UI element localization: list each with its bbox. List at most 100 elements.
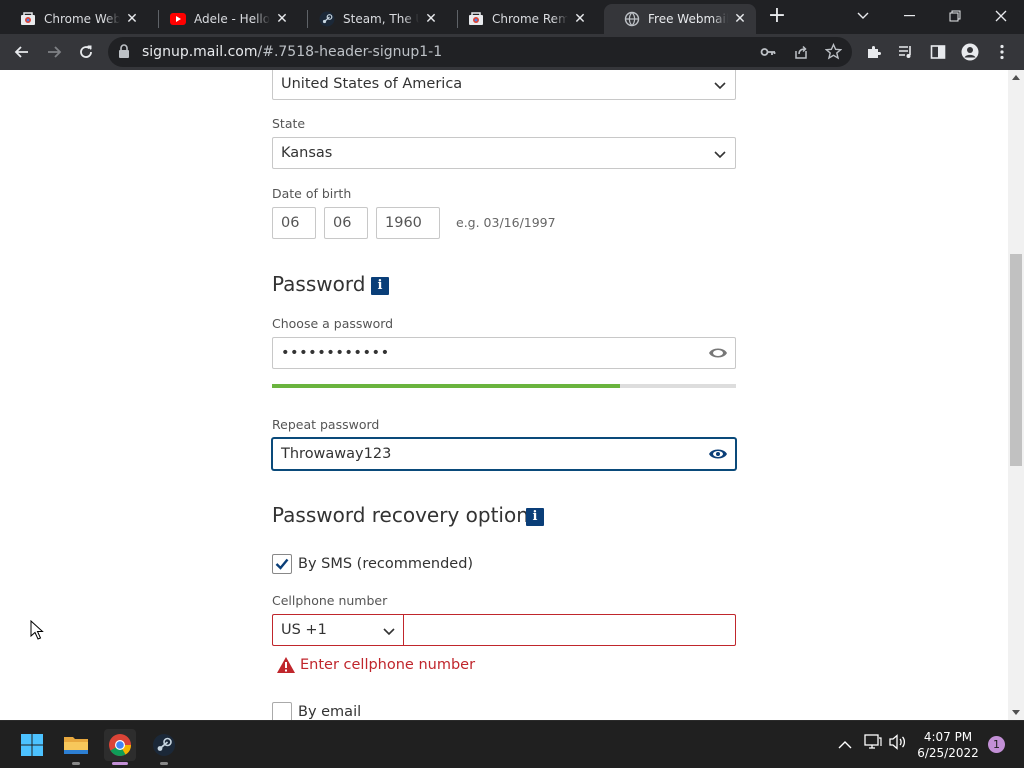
forward-arrow-icon[interactable] xyxy=(40,38,68,66)
windows-taskbar: 4:07 PM 6/25/2022 1 xyxy=(0,720,1024,768)
cellphone-error: Enter cellphone number xyxy=(300,657,476,673)
scrollbar-thumb[interactable] xyxy=(1010,254,1022,466)
sms-checkbox[interactable] xyxy=(272,554,292,574)
url-host: signup.mail.com xyxy=(142,44,258,60)
profile-avatar-icon[interactable] xyxy=(956,38,984,66)
url-path: /#.7518-header-signup1-1 xyxy=(257,44,443,60)
cellphone-input[interactable] xyxy=(403,614,736,646)
new-tab-icon[interactable]: + xyxy=(766,5,788,28)
close-tab-icon[interactable]: ✕ xyxy=(732,11,748,27)
chrome-remote-icon xyxy=(468,11,484,27)
tab-title: Adele - Hello - YouTube xyxy=(194,12,270,26)
dob-month-input[interactable]: 06 xyxy=(272,207,316,239)
repeat-password-label: Repeat password xyxy=(272,417,380,432)
recovery-section-title: Password recovery options xyxy=(272,503,540,527)
chevron-down-icon xyxy=(714,147,726,163)
choose-password-label: Choose a password xyxy=(272,316,394,331)
tab-title: Chrome Remote xyxy=(492,12,568,26)
password-input[interactable]: •••••••••••• xyxy=(272,337,736,369)
close-tab-icon[interactable]: ✕ xyxy=(274,11,290,27)
youtube-icon xyxy=(170,11,186,27)
tab-title: Free Webmail and xyxy=(648,12,728,26)
taskbar-clock[interactable]: 4:07 PM 6/25/2022 xyxy=(906,729,990,761)
checkmark-icon xyxy=(275,558,289,570)
country-value: United States of America xyxy=(281,76,463,92)
notification-badge[interactable]: 1 xyxy=(988,736,1005,753)
back-arrow-icon[interactable] xyxy=(8,38,36,66)
tab-steam[interactable]: Steam, The Ultimate ✕ xyxy=(299,4,447,34)
password-strength-fill xyxy=(272,384,620,388)
password-strength-bar xyxy=(272,384,736,388)
running-indicator xyxy=(160,762,168,765)
tab-title: Chrome Web Store xyxy=(44,12,120,26)
network-icon[interactable] xyxy=(864,734,882,754)
eye-icon[interactable] xyxy=(708,447,728,465)
close-window-icon[interactable] xyxy=(978,0,1024,32)
country-code-value: US +1 xyxy=(281,622,327,638)
recovery-info-icon[interactable]: i xyxy=(526,508,544,526)
dob-label: Date of birth xyxy=(272,186,352,201)
cellphone-label: Cellphone number xyxy=(272,593,388,608)
windows-start-icon[interactable] xyxy=(16,729,48,761)
kebab-menu-icon[interactable] xyxy=(988,38,1016,66)
tab-chrome-web-store[interactable]: Chrome Web Store ✕ xyxy=(0,4,148,34)
restore-icon[interactable] xyxy=(932,0,978,32)
tab-chrome-remote[interactable]: Chrome Remote ✕ xyxy=(448,4,596,34)
tab-free-webmail[interactable]: Free Webmail and ✕ xyxy=(604,4,756,34)
email-checkbox[interactable] xyxy=(272,702,292,720)
share-icon[interactable] xyxy=(793,44,809,64)
steam-taskbar-icon[interactable] xyxy=(148,729,180,765)
password-section-title: Password xyxy=(272,272,366,296)
close-tab-icon[interactable]: ✕ xyxy=(423,11,439,27)
tab-youtube[interactable]: Adele - Hello - YouTube ✕ xyxy=(150,4,298,34)
minimize-icon[interactable] xyxy=(886,0,932,32)
close-tab-icon[interactable]: ✕ xyxy=(572,11,588,27)
dob-hint: e.g. 03/16/1997 xyxy=(456,215,556,230)
steam-icon xyxy=(319,11,335,27)
address-bar[interactable]: signup.mail.com/#.7518-header-signup1-1 xyxy=(108,37,852,67)
chrome-taskbar-icon[interactable] xyxy=(104,729,136,765)
sms-label[interactable]: By SMS (recommended) xyxy=(298,556,473,572)
volume-icon[interactable] xyxy=(889,734,907,754)
repeat-password-value: Throwaway123 xyxy=(281,446,392,462)
page-scrollbar[interactable] xyxy=(1008,70,1024,720)
warning-icon xyxy=(276,656,296,678)
mouse-pointer-icon xyxy=(30,619,44,644)
side-panel-icon[interactable] xyxy=(924,38,952,66)
eye-icon[interactable] xyxy=(708,346,728,364)
password-masked-value: •••••••••••• xyxy=(281,345,390,361)
state-value: Kansas xyxy=(281,145,333,161)
media-controls-icon[interactable] xyxy=(892,38,920,66)
password-info-icon[interactable]: i xyxy=(371,277,389,295)
email-label[interactable]: By email xyxy=(298,704,361,720)
tab-title: Steam, The Ultimate xyxy=(343,12,419,26)
tab-search-chevron-icon[interactable] xyxy=(840,0,886,32)
tab-strip: Chrome Web Store ✕ Adele - Hello - YouTu… xyxy=(0,0,1024,34)
state-select[interactable]: Kansas xyxy=(272,137,736,169)
cellphone-group: US +1 xyxy=(272,614,736,646)
extensions-puzzle-icon[interactable] xyxy=(860,38,888,66)
chevron-down-icon xyxy=(714,78,726,94)
show-hidden-icons-chevron-icon[interactable] xyxy=(838,735,852,754)
lock-icon[interactable] xyxy=(118,44,130,63)
close-tab-icon[interactable]: ✕ xyxy=(124,11,140,27)
dob-day-input[interactable]: 06 xyxy=(324,207,368,239)
url-text: signup.mail.com/#.7518-header-signup1-1 xyxy=(142,44,442,60)
chrome-web-store-icon xyxy=(20,11,36,27)
chevron-down-icon xyxy=(383,624,395,640)
dob-year-input[interactable]: 1960 xyxy=(376,207,440,239)
globe-icon xyxy=(624,11,640,27)
clock-date: 6/25/2022 xyxy=(917,746,979,760)
repeat-password-input[interactable]: Throwaway123 xyxy=(272,438,736,470)
scroll-up-arrow-icon[interactable] xyxy=(1012,75,1020,80)
clock-time: 4:07 PM xyxy=(923,730,973,744)
key-icon[interactable] xyxy=(760,44,776,64)
country-select[interactable]: United States of America xyxy=(272,70,736,100)
bookmark-star-icon[interactable] xyxy=(824,42,843,64)
scroll-down-arrow-icon[interactable] xyxy=(1012,710,1020,715)
file-explorer-icon[interactable] xyxy=(60,729,92,765)
reload-icon[interactable] xyxy=(72,38,100,66)
state-label: State xyxy=(272,116,306,131)
country-code-select[interactable]: US +1 xyxy=(272,614,403,646)
running-indicator xyxy=(112,762,128,765)
